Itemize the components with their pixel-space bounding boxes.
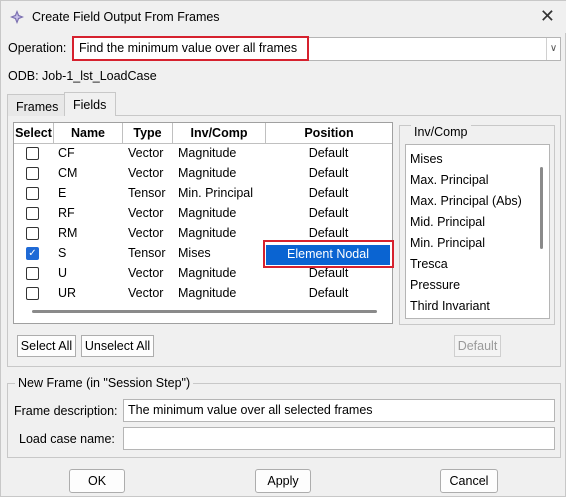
row-checkbox[interactable] xyxy=(26,267,39,280)
new-frame-legend: New Frame (in "Session Step") xyxy=(15,376,194,390)
cell-invcomp: Magnitude xyxy=(178,206,237,220)
cell-name: E xyxy=(58,186,67,200)
header-name: Name xyxy=(54,123,123,144)
table-row[interactable]: UR Vector Magnitude Default xyxy=(14,284,392,304)
title-bar: Create Field Output From Frames ✕ xyxy=(1,1,566,33)
list-item[interactable]: Third Invariant xyxy=(410,299,490,313)
cell-position[interactable]: Default xyxy=(266,266,391,280)
ok-button[interactable]: OK xyxy=(69,469,125,493)
load-case-label: Load case name: xyxy=(19,432,115,446)
cell-invcomp: Magnitude xyxy=(178,146,237,160)
row-checkbox[interactable] xyxy=(26,287,39,300)
tab-frames[interactable]: Frames xyxy=(7,94,65,116)
horizontal-scrollbar[interactable] xyxy=(32,310,377,313)
row-checkbox[interactable] xyxy=(26,207,39,220)
list-item[interactable]: Tresca xyxy=(410,257,448,271)
cell-position[interactable]: Default xyxy=(266,146,391,160)
table-row[interactable]: RM Vector Magnitude Default xyxy=(14,224,392,244)
frame-description-field[interactable]: The minimum value over all selected fram… xyxy=(123,399,555,422)
table-row[interactable]: U Vector Magnitude Default xyxy=(14,264,392,284)
cell-name: CF xyxy=(58,146,75,160)
header-position: Position xyxy=(304,126,354,140)
row-checkbox-checked[interactable]: ✓ xyxy=(26,247,39,260)
apply-button[interactable]: Apply xyxy=(255,469,311,493)
operation-label: Operation: xyxy=(8,41,67,55)
list-item[interactable]: Mises xyxy=(410,152,443,166)
cell-type: Tensor xyxy=(128,246,166,260)
cell-invcomp: Magnitude xyxy=(178,286,237,300)
row-checkbox[interactable] xyxy=(26,147,39,160)
abaqus-app-icon xyxy=(10,10,24,24)
list-item[interactable]: Min. Principal xyxy=(410,236,485,250)
load-case-field[interactable] xyxy=(123,427,555,450)
header-type: Type xyxy=(123,123,173,144)
cell-invcomp: Magnitude xyxy=(178,266,237,280)
invcomp-legend: Inv/Comp xyxy=(411,125,471,139)
cell-name: U xyxy=(58,266,68,280)
table-row[interactable]: E Tensor Min. Principal Default xyxy=(14,184,392,204)
row-checkbox[interactable] xyxy=(26,167,39,180)
table-row[interactable]: CM Vector Magnitude Default xyxy=(14,164,392,184)
cell-invcomp: Magnitude xyxy=(178,226,237,240)
list-item[interactable]: Max. Principal xyxy=(410,173,489,187)
select-all-button[interactable]: Select All xyxy=(17,335,76,357)
cell-type: Vector xyxy=(128,266,164,280)
table-header: Select Name Type Inv/Comp Position xyxy=(14,123,392,144)
cell-position[interactable]: Default xyxy=(266,166,391,180)
table-row[interactable]: CF Vector Magnitude Default xyxy=(14,144,392,164)
header-invcomp: Inv/Comp xyxy=(173,123,266,144)
table-row[interactable]: RF Vector Magnitude Default xyxy=(14,204,392,224)
tab-fields[interactable]: Fields xyxy=(64,92,116,116)
odb-label: ODB: Job-1_lst_LoadCase xyxy=(8,69,157,83)
fields-table: Select Name Type Inv/Comp Position CF Ve… xyxy=(13,122,393,324)
frame-description-label: Frame description: xyxy=(14,404,118,418)
cancel-button[interactable]: Cancel xyxy=(440,469,498,493)
cell-position[interactable]: Default xyxy=(266,186,391,200)
header-select: Select xyxy=(14,123,54,144)
cell-position[interactable]: Default xyxy=(266,226,391,240)
cell-type: Vector xyxy=(128,206,164,220)
cell-position[interactable]: Default xyxy=(266,286,391,300)
list-item[interactable]: Mid. Principal xyxy=(410,215,485,229)
cell-name: UR xyxy=(58,286,77,300)
row-checkbox[interactable] xyxy=(26,187,39,200)
unselect-all-button[interactable]: Unselect All xyxy=(81,335,154,357)
row-checkbox[interactable] xyxy=(26,227,39,240)
operation-dropdown[interactable]: Find the minimum value over all frames ∨ xyxy=(73,37,561,61)
vertical-scrollbar[interactable] xyxy=(540,167,543,249)
cell-type: Vector xyxy=(128,146,164,160)
cell-type: Vector xyxy=(128,166,164,180)
operation-value: Find the minimum value over all frames xyxy=(79,41,298,55)
list-item[interactable]: Max. Principal (Abs) xyxy=(410,194,522,208)
cell-type: Vector xyxy=(128,286,164,300)
list-item[interactable]: Pressure xyxy=(410,278,460,292)
cell-name: RM xyxy=(58,226,78,240)
window-title: Create Field Output From Frames xyxy=(32,10,220,24)
cell-position-selected[interactable]: Element Nodal xyxy=(266,245,390,265)
cell-invcomp: Magnitude xyxy=(178,166,237,180)
close-icon[interactable]: ✕ xyxy=(540,6,555,26)
default-button[interactable]: Default xyxy=(454,335,501,357)
cell-name: S xyxy=(58,246,67,260)
cell-position[interactable]: Default xyxy=(266,206,391,220)
table-row[interactable]: ✓ S Tensor Mises Element Nodal xyxy=(14,244,392,265)
cell-type: Vector xyxy=(128,226,164,240)
dialog-window: Create Field Output From Frames ✕ Operat… xyxy=(0,0,566,497)
cell-invcomp: Min. Principal xyxy=(178,186,254,200)
invcomp-list: Mises Max. Principal Max. Principal (Abs… xyxy=(405,144,550,319)
cell-invcomp: Mises xyxy=(178,246,211,260)
cell-type: Tensor xyxy=(128,186,166,200)
cell-name: CM xyxy=(58,166,78,180)
chevron-down-icon[interactable]: ∨ xyxy=(546,38,560,60)
cell-name: RF xyxy=(58,206,75,220)
